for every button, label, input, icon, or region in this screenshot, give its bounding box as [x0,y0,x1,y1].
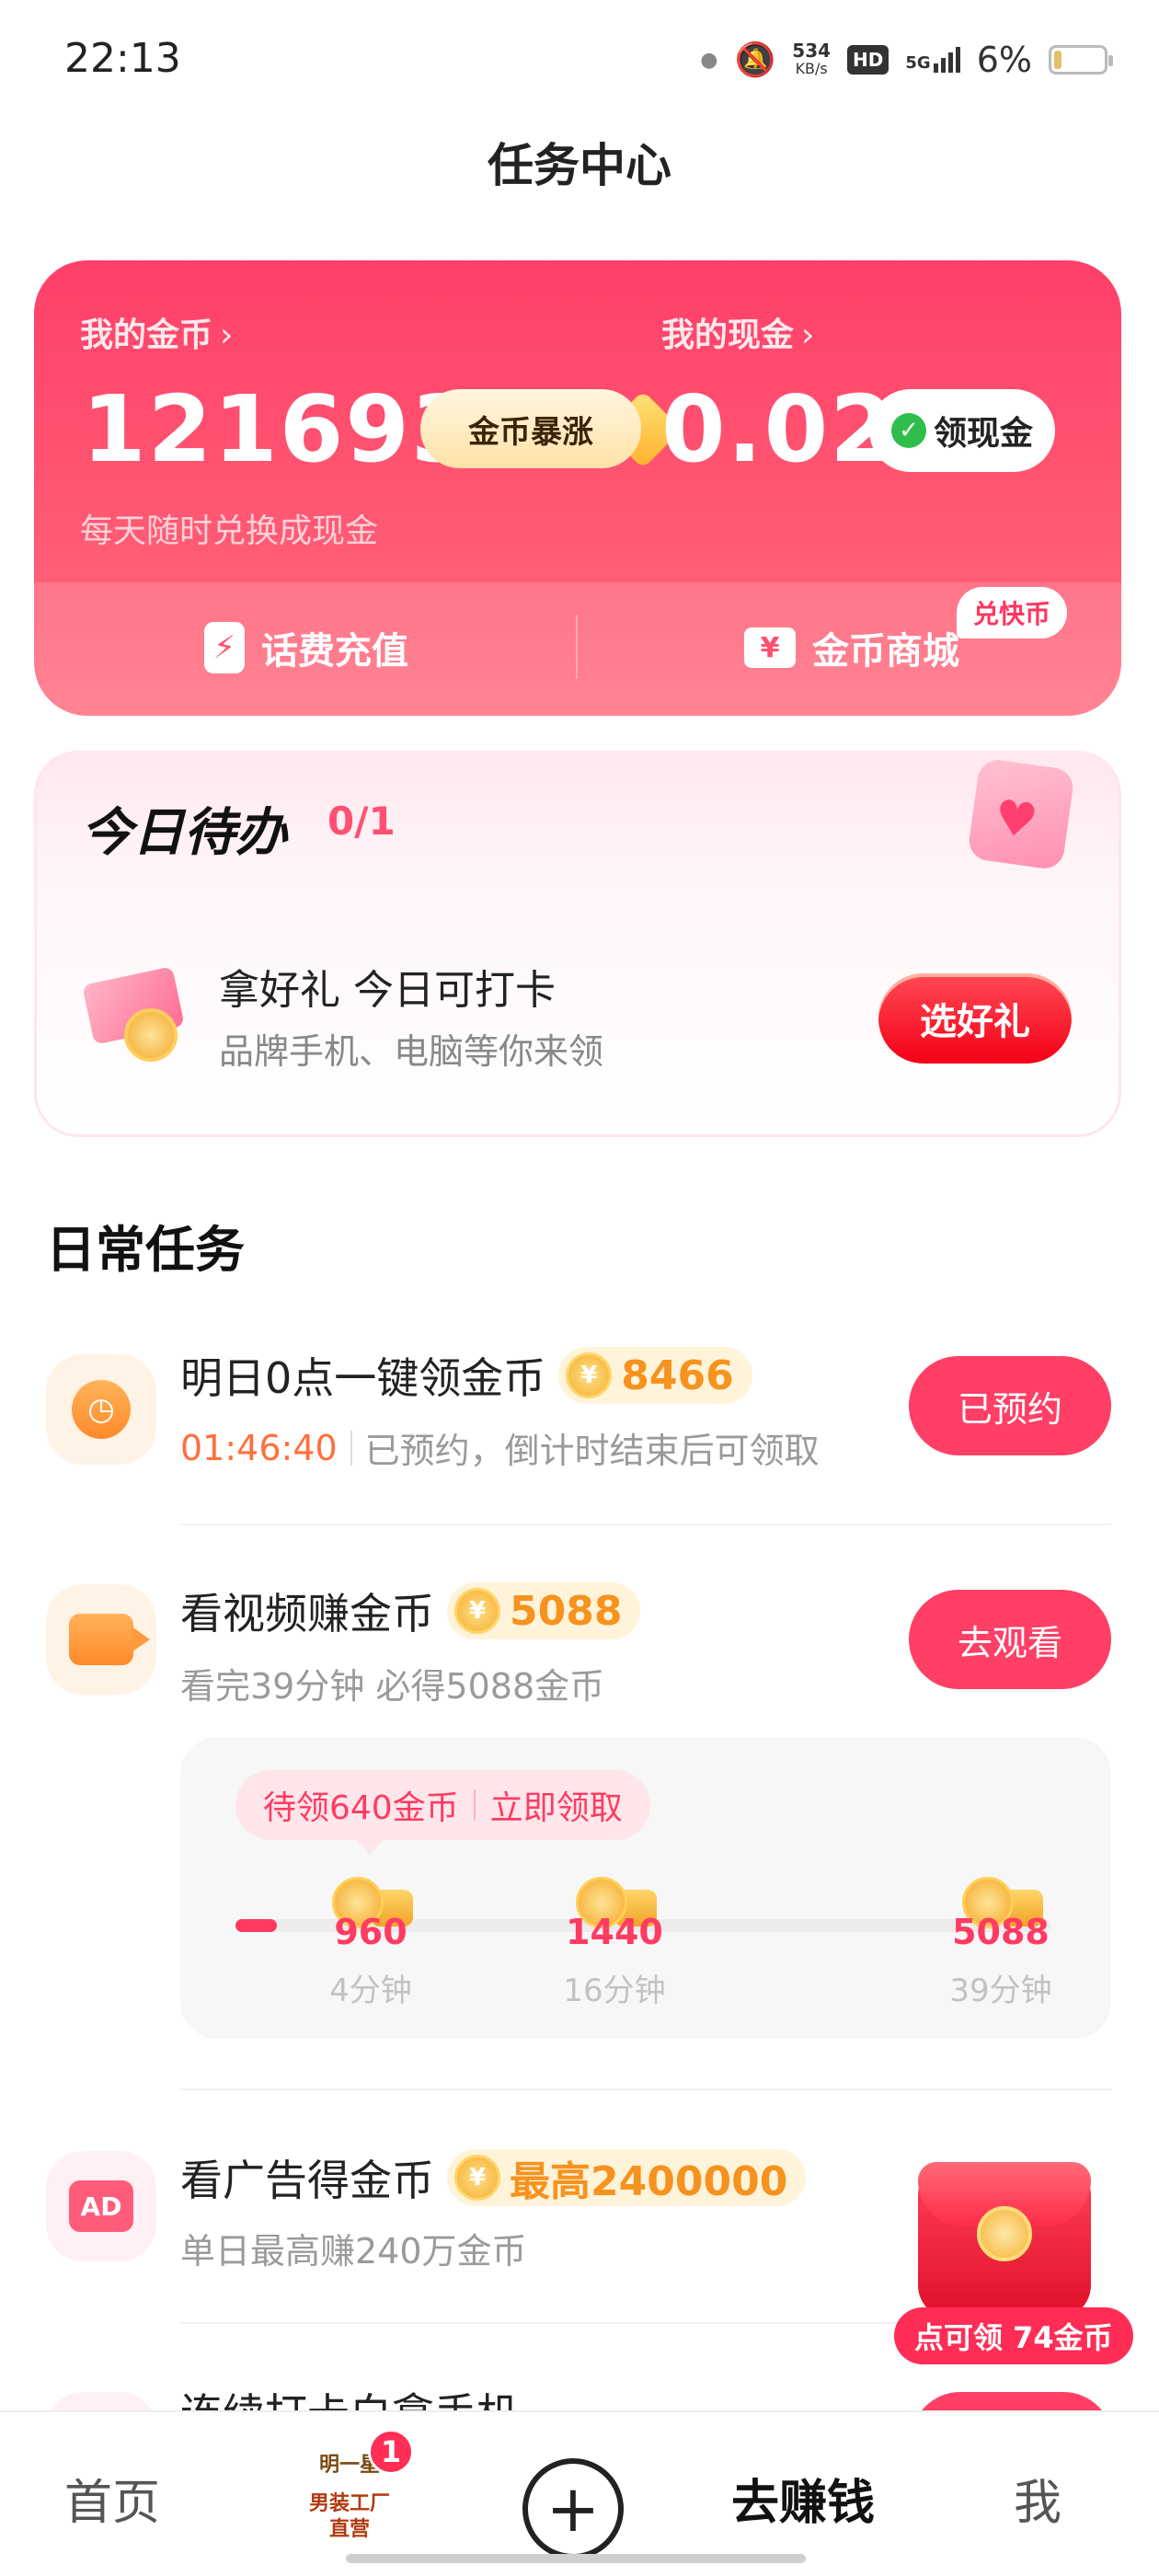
red-packet-claim-button[interactable]: 点可领 74金币 [894,2307,1133,2364]
select-gift-button[interactable]: 选好礼 [878,973,1072,1064]
coins-value: 121693 [82,375,477,483]
signal-icon: 5G [905,47,960,73]
ad-icon: AD [69,2180,133,2232]
task-title: 明日0点一键领金币 ¥8466 [180,1345,752,1406]
status-time: 22:13 [64,35,181,82]
nav-earn[interactable]: 去赚钱 [731,2464,875,2533]
my-coins-link[interactable]: 我的金币 › [80,308,233,356]
bottom-nav: 首页 明一星 男装工厂直营 1 + 去赚钱 我 [0,2410,1159,2576]
task-subtitle: 01:46:40 已预约，倒计时结束后可领取 [180,1427,820,1472]
coin-reward: ¥5088 [447,1582,641,1639]
todo-count: 0/1 [327,799,396,844]
task-icon-bg: AD [46,2151,156,2261]
calendar-heart-icon: ♥ [966,757,1076,871]
coin-icon: ¥ [454,2155,500,2201]
milestone: 5088 39分钟 [927,1877,1074,2010]
daily-tasks-title: 日常任务 [46,1221,245,1279]
nav-home[interactable]: 首页 [64,2464,160,2533]
reserved-button[interactable]: 已预约 [909,1356,1111,1455]
shop-badge: 兑快币 [957,587,1068,638]
task-icon-bg [46,1584,156,1695]
claim-cash-label: 领现金 [933,415,1033,453]
coin-reward: ¥ 最高2400000 [447,2149,807,2206]
mute-bell-icon: 🔕 [734,41,776,79]
recharge-button[interactable]: ⚡ 话费充值 [204,615,408,680]
clock-icon: ◷ [72,1380,131,1439]
coin-reward: ¥8466 [558,1347,752,1404]
page-title: 任务中心 [488,139,671,192]
wechat-icon: ✓ [890,413,926,448]
divider [576,615,578,679]
chevron-right-icon: › [220,316,234,354]
watch-video-button[interactable]: 去观看 [909,1590,1111,1689]
hd-icon: HD [847,45,889,75]
claim-now-link[interactable]: 立即领取 [490,1781,623,1829]
ticket-icon: ¥ [744,627,796,668]
video-icon [69,1614,150,1665]
countdown-timer: 01:46:40 [180,1427,338,1468]
wallet-subtitle: 每天随时兑换成现金 [80,512,379,550]
nav-me[interactable]: 我 [1014,2464,1061,2533]
chevron-right-icon: › [801,316,815,354]
divider [180,2088,1111,2090]
plus-icon[interactable]: + [522,2458,624,2559]
cash-gift-icon [82,966,198,1062]
todo-item-title: 拿好礼 今日可打卡 [219,967,556,1014]
coin-shop-button[interactable]: ¥ 金币商城 [744,615,959,680]
divider [180,1524,1111,1525]
cash-value: 0.02 [661,375,896,483]
milestone: 1440 16分钟 [541,1877,688,2010]
coins-boost-button[interactable]: 金币暴涨 [420,389,641,468]
status-icons: ● 🔕 534 KB/s HD 5G 6% [700,37,1113,83]
pending-coins-tooltip[interactable]: 待领640金币 立即领取 [235,1770,650,1855]
home-indicator[interactable] [346,2554,806,2563]
progress-fill [235,1919,277,1932]
task-title: 看广告得金币 ¥ 最高2400000 [180,2147,807,2208]
my-cash-link[interactable]: 我的现金 › [661,308,814,356]
status-bar: 22:13 ● 🔕 534 KB/s HD 5G 6% [0,0,1159,120]
battery-icon [1049,45,1113,75]
task-title: 看视频赚金币 ¥5088 [180,1581,641,1641]
task-subtitle: 单日最高赚240万金币 [180,2231,527,2271]
claim-cash-button[interactable]: ✓ 领现金 [869,389,1055,472]
wallet-card: 我的金币 › 121693 金币暴涨 我的现金 › 0.02 ✓ 领现金 每天随时兑… [34,260,1121,716]
net-speed: 534 KB/s [792,40,832,77]
battery-percent: 6% [976,40,1032,80]
task-subtitle: 看完39分钟 必得5088金币 [180,1666,605,1707]
todo-title: 今日待办 [81,803,287,863]
milestone: 960 4分钟 [297,1877,444,2010]
lightning-icon: ⚡ [204,622,245,673]
task-icon-bg: ◷ [46,1354,156,1465]
coin-icon: ¥ [454,1588,500,1634]
todo-item-subtitle: 品牌手机、电脑等你来领 [219,1031,604,1072]
notification-badge: 1 [368,2429,414,2475]
location-icon: ● [700,48,718,72]
coin-icon: ¥ [566,1352,613,1398]
